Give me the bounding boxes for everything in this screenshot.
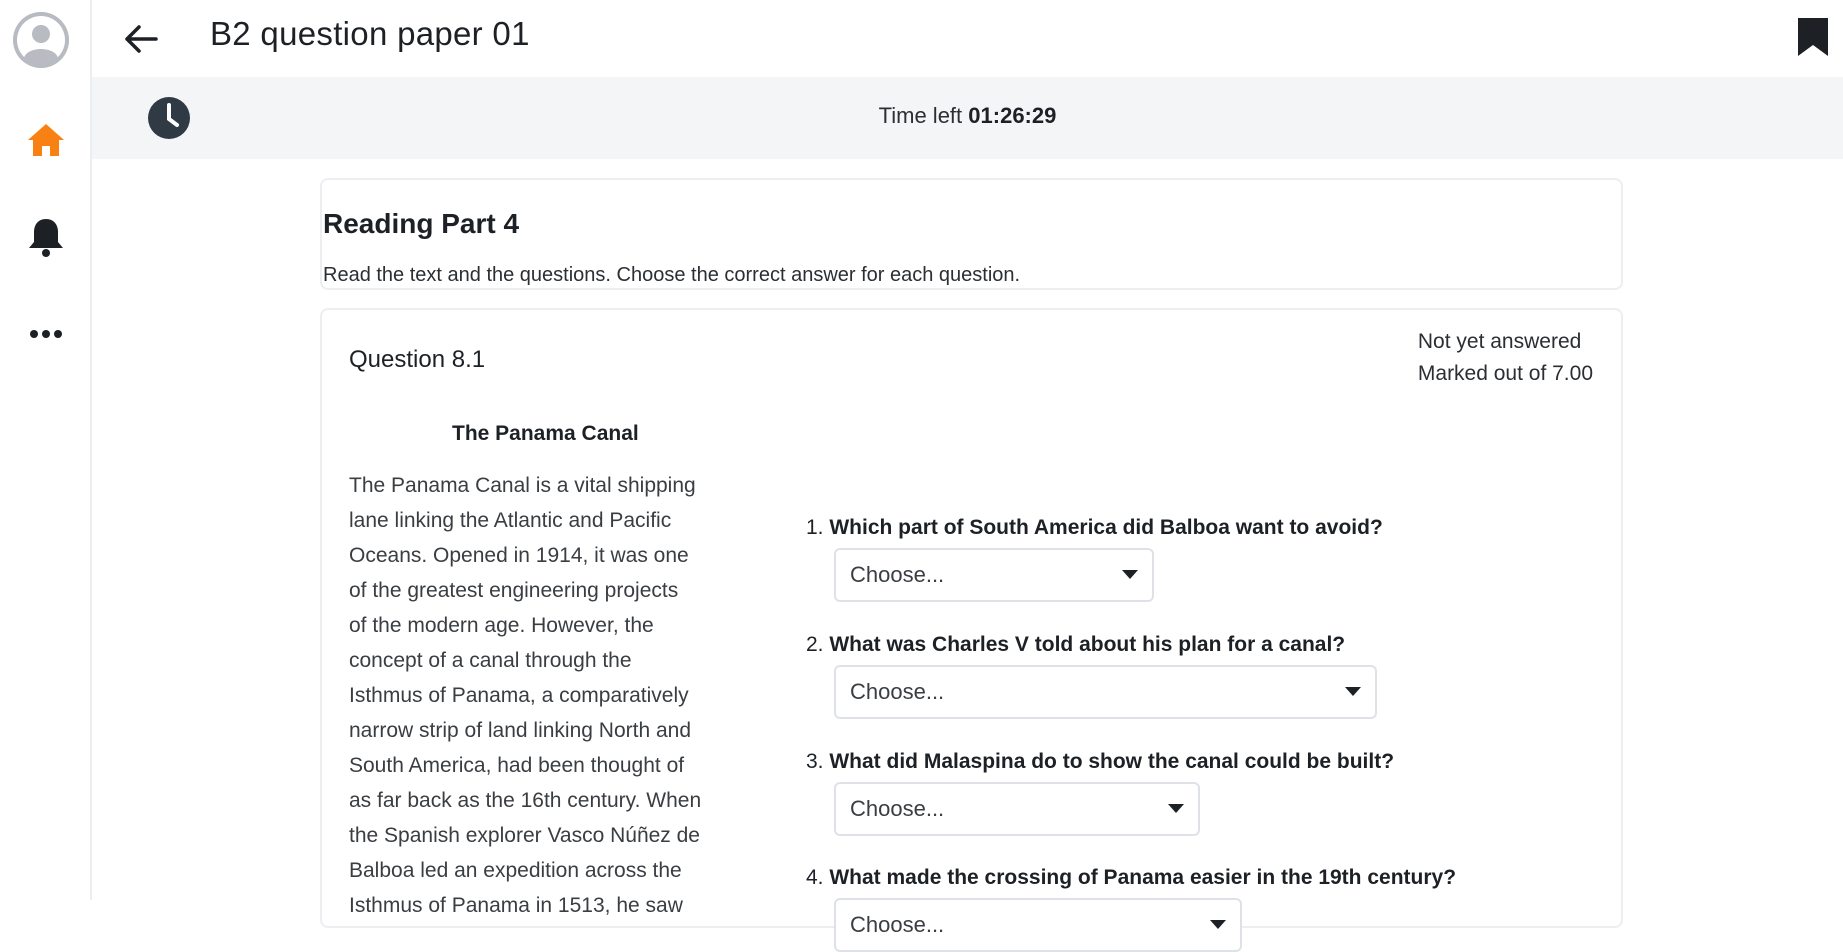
subquestion-3: 3. What did Malaspina do to show the can…	[806, 750, 1394, 774]
caret-down-icon	[1345, 687, 1361, 696]
timer-display: Time left 01:26:29	[92, 103, 1843, 129]
timer-value: 01:26:29	[968, 103, 1057, 128]
passage-line: The Panama Canal is a vital shipping	[349, 474, 696, 497]
arrow-left-icon	[125, 25, 158, 53]
question-number: Question 8.1	[349, 346, 486, 373]
answer-select-1[interactable]: Choose...	[834, 548, 1154, 602]
bookmark-icon	[1798, 18, 1828, 56]
subquestion-number: 4.	[806, 866, 824, 889]
subquestion-text: What was Charles V told about his plan f…	[829, 633, 1346, 656]
passage-line: of the greatest engineering projects	[349, 579, 679, 602]
top-header: B2 question paper 01	[92, 0, 1843, 77]
home-icon	[28, 124, 64, 156]
timer-bar: Time left 01:26:29	[92, 77, 1843, 159]
answer-status: Not yet answered	[1417, 330, 1582, 353]
passage-line: Balboa led an expedition across the	[349, 859, 682, 882]
back-button[interactable]	[116, 14, 166, 64]
passage-line: the Spanish explorer Vasco Núñez de	[349, 824, 700, 847]
caret-down-icon	[1210, 920, 1226, 929]
passage-line: Oceans. Opened in 1914, it was one	[349, 544, 689, 567]
sidebar-item-home[interactable]	[0, 105, 92, 175]
subquestion-number: 2.	[806, 633, 824, 656]
answer-select-4[interactable]: Choose...	[834, 898, 1242, 952]
caret-down-icon	[1168, 804, 1184, 813]
bookmark-button[interactable]	[1791, 12, 1835, 62]
subquestion-4: 4. What made the crossing of Panama easi…	[806, 866, 1456, 890]
user-avatar[interactable]	[13, 12, 69, 68]
question-card: Question 8.1 Not yet answered Marked out…	[320, 308, 1623, 952]
section-intro-card: Reading Part 4 Read the text and the que…	[320, 178, 1623, 290]
page-title: B2 question paper 01	[210, 15, 530, 52]
avatar-icon	[13, 12, 69, 68]
question-status: Not yet answered Marked out of 7.00	[1418, 326, 1593, 390]
sidebar-item-more[interactable]	[0, 299, 92, 369]
sidebar	[0, 0, 92, 900]
answer-select-2[interactable]: Choose...	[834, 665, 1377, 719]
passage-title: The Panama Canal	[452, 422, 639, 445]
passage-line: Isthmus of Panama, a comparatively	[349, 684, 689, 707]
section-title: Reading Part 4	[323, 208, 520, 239]
more-icon	[30, 330, 62, 338]
select-value: Choose...	[850, 912, 945, 937]
caret-down-icon	[1122, 570, 1138, 579]
select-value: Choose...	[850, 562, 945, 587]
passage-line: South America, had been thought of	[349, 754, 685, 777]
bell-icon	[29, 219, 63, 257]
passage-line: lane linking the Atlantic and Pacific	[349, 509, 672, 532]
subquestion-text: Which part of South America did Balboa w…	[829, 516, 1383, 539]
section-instructions: Read the text and the questions. Choose …	[323, 264, 1021, 286]
passage-line: of the modern age. However, the	[349, 614, 654, 637]
question-marks: Marked out of 7.00	[1417, 362, 1593, 385]
passage-line: narrow strip of land linking North and	[349, 719, 692, 742]
passage-line: Isthmus of Panama in 1513, he saw	[349, 894, 683, 917]
subquestion-text: What made the crossing of Panama easier …	[829, 866, 1457, 889]
passage-line: concept of a canal through the	[349, 649, 632, 672]
passage-text: The Panama Canal is a vital shipping lan…	[349, 468, 769, 923]
answer-select-3[interactable]: Choose...	[834, 782, 1200, 836]
timer-label: Time left	[878, 103, 963, 128]
subquestion-text: What did Malaspina do to show the canal …	[829, 750, 1395, 773]
subquestion-number: 3.	[806, 750, 824, 773]
subquestion-2: 2. What was Charles V told about his pla…	[806, 633, 1345, 657]
subquestion-1: 1. Which part of South America did Balbo…	[806, 516, 1383, 540]
select-value: Choose...	[850, 796, 945, 821]
select-value: Choose...	[850, 679, 945, 704]
passage-line: as far back as the 16th century. When	[349, 789, 702, 812]
subquestion-number: 1.	[806, 516, 824, 539]
sidebar-item-notifications[interactable]	[0, 202, 92, 272]
